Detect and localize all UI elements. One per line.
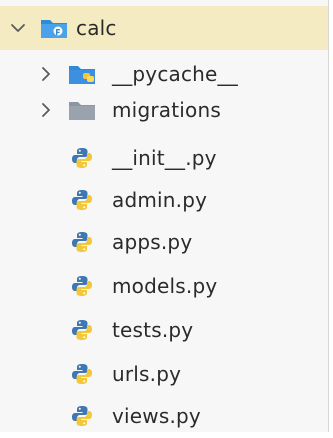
tree-item-tests-py[interactable]: tests.py	[0, 308, 328, 352]
tree-item-label: views.py	[112, 404, 201, 428]
tree-item-label: urls.py	[112, 362, 182, 386]
tree-item-label: __init__.py	[112, 146, 217, 170]
python-file-icon	[68, 404, 96, 428]
package-folder-icon	[40, 16, 68, 40]
tree-root-calc[interactable]: calc	[0, 6, 328, 50]
tree-item-label: apps.py	[112, 230, 193, 254]
chevron-right-icon[interactable]	[36, 64, 56, 84]
python-file-icon	[68, 230, 96, 254]
tree-item-apps-py[interactable]: apps.py	[0, 220, 328, 264]
python-file-icon	[68, 318, 96, 342]
tree-item-migrations[interactable]: migrations	[0, 88, 328, 132]
chevron-right-icon[interactable]	[36, 100, 56, 120]
python-file-icon	[68, 362, 96, 386]
tree-item-label: tests.py	[112, 318, 194, 342]
project-tree: calc __pycache__ migrations __init__.py …	[0, 0, 329, 432]
tree-item-label: models.py	[112, 274, 218, 298]
chevron-down-icon[interactable]	[8, 18, 28, 38]
tree-item-label: admin.py	[112, 188, 208, 212]
tree-item-label: migrations	[112, 98, 221, 122]
python-file-icon	[68, 188, 96, 212]
tree-item-views-py[interactable]: views.py	[0, 394, 328, 438]
python-file-icon	[68, 274, 96, 298]
folder-icon	[68, 98, 96, 122]
tree-item-admin-py[interactable]: admin.py	[0, 178, 328, 222]
tree-item-urls-py[interactable]: urls.py	[0, 352, 328, 396]
tree-item-label: __pycache__	[112, 62, 238, 86]
python-file-icon	[68, 146, 96, 170]
tree-item-models-py[interactable]: models.py	[0, 264, 328, 308]
tree-item-init-py[interactable]: __init__.py	[0, 136, 328, 180]
tree-root-label: calc	[76, 16, 117, 40]
pycache-folder-icon	[68, 62, 96, 86]
